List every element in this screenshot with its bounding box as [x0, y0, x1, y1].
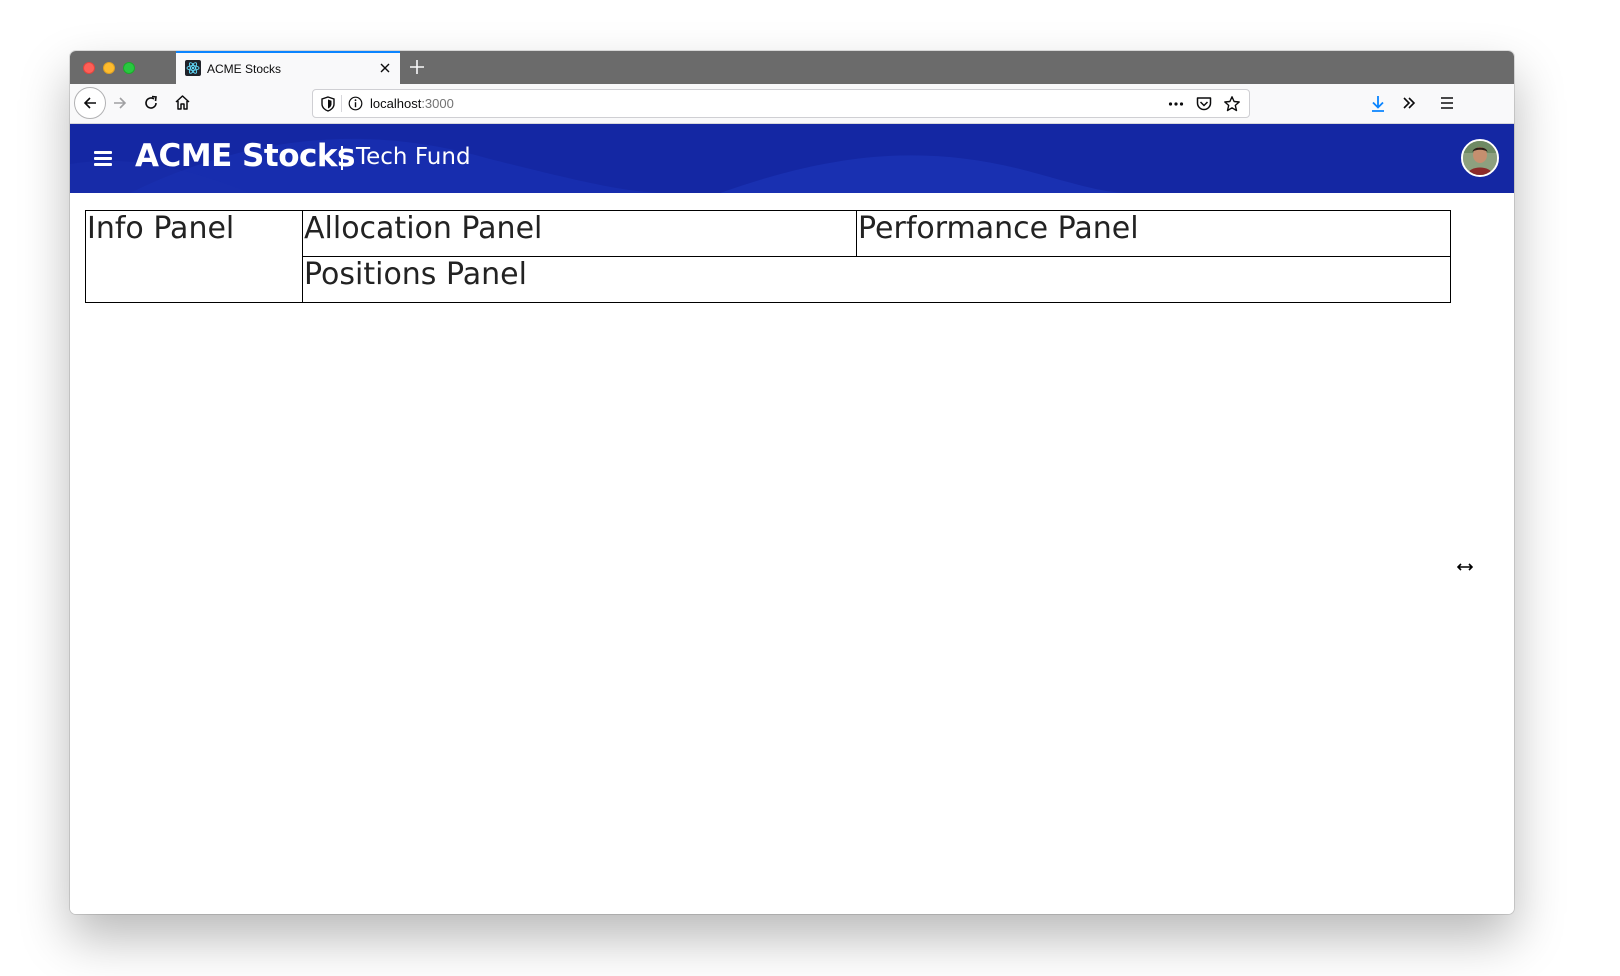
react-atom-icon — [185, 60, 201, 76]
back-arrow-icon — [83, 97, 96, 109]
tab-title: ACME Stocks — [207, 62, 282, 76]
url-separator — [341, 95, 342, 112]
url-text[interactable]: localhost:3000 — [370, 96, 454, 111]
user-avatar-icon — [1463, 141, 1497, 175]
info-icon[interactable] — [348, 96, 363, 111]
forward-arrow-icon[interactable] — [112, 95, 128, 111]
panels-grid: Info Panel Allocation Panel Performance … — [85, 210, 1451, 303]
download-icon[interactable] — [1370, 95, 1386, 113]
tab-acme-stocks[interactable]: ACME Stocks — [176, 51, 400, 84]
performance-panel: Performance Panel — [856, 210, 1451, 257]
more-icon[interactable] — [1167, 95, 1185, 113]
reload-icon[interactable] — [143, 95, 159, 111]
info-panel: Info Panel — [85, 210, 303, 303]
close-tab-icon[interactable] — [378, 61, 392, 75]
user-avatar[interactable] — [1461, 139, 1499, 177]
new-tab-icon[interactable] — [408, 58, 426, 76]
browser-window: ACME Stocks localhost:3000 ACME Stocks T… — [70, 51, 1514, 914]
positions-panel: Positions Panel — [302, 256, 1451, 303]
navigation-toolbar: localhost:3000 — [70, 84, 1514, 124]
resize-cursor-icon — [1457, 563, 1473, 571]
app-title: ACME Stocks — [135, 138, 355, 174]
url-host: localhost — [370, 96, 422, 111]
shield-icon[interactable] — [321, 96, 335, 112]
star-icon[interactable] — [1223, 95, 1241, 113]
url-port: :3000 — [421, 96, 454, 111]
hamburger-menu-icon[interactable] — [94, 151, 112, 167]
tab-strip: ACME Stocks — [70, 51, 1514, 84]
pocket-icon[interactable] — [1195, 95, 1213, 113]
close-window-button[interactable] — [83, 62, 95, 74]
title-separator — [341, 146, 343, 170]
app-header: ACME Stocks Tech Fund — [70, 124, 1514, 193]
menu-icon[interactable] — [1440, 96, 1454, 110]
zoom-window-button[interactable] — [123, 62, 135, 74]
overflow-icon[interactable] — [1401, 95, 1417, 111]
back-button[interactable] — [74, 87, 106, 119]
web-page: ACME Stocks Tech Fund Info Panel Allocat… — [70, 124, 1514, 914]
url-actions — [1153, 95, 1243, 113]
url-bar[interactable]: localhost:3000 — [312, 89, 1250, 118]
allocation-panel: Allocation Panel — [302, 210, 857, 257]
fund-name: Tech Fund — [356, 144, 471, 170]
minimize-window-button[interactable] — [103, 62, 115, 74]
home-icon[interactable] — [174, 94, 191, 111]
